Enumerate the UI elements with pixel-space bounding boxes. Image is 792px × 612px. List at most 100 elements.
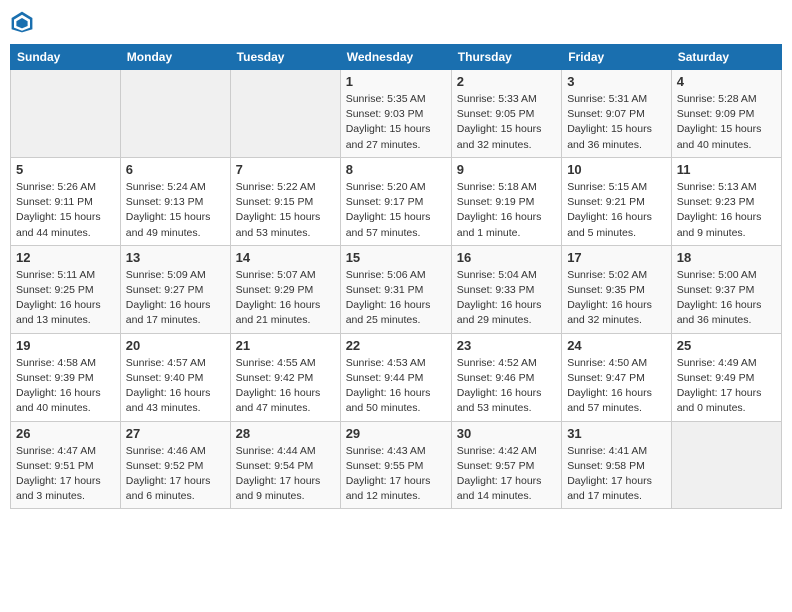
day-info: Sunrise: 5:31 AMSunset: 9:07 PMDaylight:…: [567, 92, 666, 153]
week-row-4: 19 Sunrise: 4:58 AMSunset: 9:39 PMDayligh…: [11, 333, 782, 421]
day-info: Sunrise: 5:11 AMSunset: 9:25 PMDaylight:…: [16, 268, 115, 329]
calendar-cell: 6 Sunrise: 5:24 AMSunset: 9:13 PMDaylight…: [120, 157, 230, 245]
day-info: Sunrise: 4:47 AMSunset: 9:51 PMDaylight:…: [16, 444, 115, 505]
week-row-5: 26 Sunrise: 4:47 AMSunset: 9:51 PMDayligh…: [11, 421, 782, 509]
calendar-cell: 14 Sunrise: 5:07 AMSunset: 9:29 PMDayligh…: [230, 245, 340, 333]
generalblue-icon: [10, 10, 34, 34]
day-info: Sunrise: 5:06 AMSunset: 9:31 PMDaylight:…: [346, 268, 446, 329]
day-info: Sunrise: 4:58 AMSunset: 9:39 PMDaylight:…: [16, 356, 115, 417]
calendar-cell: 26 Sunrise: 4:47 AMSunset: 9:51 PMDayligh…: [11, 421, 121, 509]
day-info: Sunrise: 5:04 AMSunset: 9:33 PMDaylight:…: [457, 268, 556, 329]
day-info: Sunrise: 5:35 AMSunset: 9:03 PMDaylight:…: [346, 92, 446, 153]
calendar-cell: [230, 70, 340, 158]
day-number: 19: [16, 338, 115, 353]
day-info: Sunrise: 5:28 AMSunset: 9:09 PMDaylight:…: [677, 92, 776, 153]
day-number: 30: [457, 426, 556, 441]
week-row-2: 5Sunrise: 5:26 AMSunset: 9:11 PMDaylight…: [11, 157, 782, 245]
calendar-cell: 27 Sunrise: 4:46 AMSunset: 9:52 PMDayligh…: [120, 421, 230, 509]
day-number: 11: [677, 162, 776, 177]
day-number: 9: [457, 162, 556, 177]
calendar-cell: 8 Sunrise: 5:20 AMSunset: 9:17 PMDaylight…: [340, 157, 451, 245]
day-info: Sunrise: 4:50 AMSunset: 9:47 PMDaylight:…: [567, 356, 666, 417]
calendar-cell: 30 Sunrise: 4:42 AMSunset: 9:57 PMDayligh…: [451, 421, 561, 509]
day-number: 1: [346, 74, 446, 89]
day-info: Sunrise: 4:44 AMSunset: 9:54 PMDaylight:…: [236, 444, 335, 505]
day-info: Sunrise: 4:41 AMSunset: 9:58 PMDaylight:…: [567, 444, 666, 505]
day-number: 23: [457, 338, 556, 353]
logo: [10, 10, 38, 34]
day-info: Sunrise: 5:20 AMSunset: 9:17 PMDaylight:…: [346, 180, 446, 241]
day-info: Sunrise: 4:42 AMSunset: 9:57 PMDaylight:…: [457, 444, 556, 505]
day-number: 24: [567, 338, 666, 353]
calendar-cell: 10 Sunrise: 5:15 AMSunset: 9:21 PMDayligh…: [562, 157, 672, 245]
day-number: 5: [16, 162, 115, 177]
calendar-cell: 3 Sunrise: 5:31 AMSunset: 9:07 PMDaylight…: [562, 70, 672, 158]
calendar-cell: 13 Sunrise: 5:09 AMSunset: 9:27 PMDayligh…: [120, 245, 230, 333]
page-header: [10, 10, 782, 34]
weekday-header-monday: Monday: [120, 45, 230, 70]
day-info: Sunrise: 5:02 AMSunset: 9:35 PMDaylight:…: [567, 268, 666, 329]
day-info: Sunrise: 4:49 AMSunset: 9:49 PMDaylight:…: [677, 356, 776, 417]
day-number: 3: [567, 74, 666, 89]
weekday-header-sunday: Sunday: [11, 45, 121, 70]
day-info: Sunrise: 5:09 AMSunset: 9:27 PMDaylight:…: [126, 268, 225, 329]
calendar-cell: 9 Sunrise: 5:18 AMSunset: 9:19 PMDaylight…: [451, 157, 561, 245]
day-number: 15: [346, 250, 446, 265]
calendar-cell: 4 Sunrise: 5:28 AMSunset: 9:09 PMDaylight…: [671, 70, 781, 158]
day-info: Sunrise: 4:46 AMSunset: 9:52 PMDaylight:…: [126, 444, 225, 505]
day-info: Sunrise: 5:07 AMSunset: 9:29 PMDaylight:…: [236, 268, 335, 329]
day-info: Sunrise: 5:33 AMSunset: 9:05 PMDaylight:…: [457, 92, 556, 153]
calendar-cell: 15 Sunrise: 5:06 AMSunset: 9:31 PMDayligh…: [340, 245, 451, 333]
day-number: 4: [677, 74, 776, 89]
day-info: Sunrise: 4:53 AMSunset: 9:44 PMDaylight:…: [346, 356, 446, 417]
weekday-header-saturday: Saturday: [671, 45, 781, 70]
day-number: 31: [567, 426, 666, 441]
day-info: Sunrise: 4:57 AMSunset: 9:40 PMDaylight:…: [126, 356, 225, 417]
day-number: 25: [677, 338, 776, 353]
day-info: Sunrise: 4:43 AMSunset: 9:55 PMDaylight:…: [346, 444, 446, 505]
day-info: Sunrise: 4:52 AMSunset: 9:46 PMDaylight:…: [457, 356, 556, 417]
calendar-cell: 29 Sunrise: 4:43 AMSunset: 9:55 PMDayligh…: [340, 421, 451, 509]
day-number: 27: [126, 426, 225, 441]
day-number: 18: [677, 250, 776, 265]
day-info: Sunrise: 5:18 AMSunset: 9:19 PMDaylight:…: [457, 180, 556, 241]
calendar-cell: 31 Sunrise: 4:41 AMSunset: 9:58 PMDayligh…: [562, 421, 672, 509]
day-info: Sunrise: 5:24 AMSunset: 9:13 PMDaylight:…: [126, 180, 225, 241]
calendar-cell: 21 Sunrise: 4:55 AMSunset: 9:42 PMDayligh…: [230, 333, 340, 421]
day-number: 13: [126, 250, 225, 265]
calendar-cell: 2Sunrise: 5:33 AMSunset: 9:05 PMDaylight…: [451, 70, 561, 158]
weekday-header-wednesday: Wednesday: [340, 45, 451, 70]
calendar-cell: 28Sunrise: 4:44 AMSunset: 9:54 PMDayligh…: [230, 421, 340, 509]
day-number: 14: [236, 250, 335, 265]
calendar-cell: 23 Sunrise: 4:52 AMSunset: 9:46 PMDayligh…: [451, 333, 561, 421]
day-number: 12: [16, 250, 115, 265]
day-info: Sunrise: 5:22 AMSunset: 9:15 PMDaylight:…: [236, 180, 335, 241]
day-number: 26: [16, 426, 115, 441]
day-number: 21: [236, 338, 335, 353]
day-info: Sunrise: 5:15 AMSunset: 9:21 PMDaylight:…: [567, 180, 666, 241]
day-info: Sunrise: 5:13 AMSunset: 9:23 PMDaylight:…: [677, 180, 776, 241]
calendar-cell: 25 Sunrise: 4:49 AMSunset: 9:49 PMDayligh…: [671, 333, 781, 421]
calendar-cell: 18 Sunrise: 5:00 AMSunset: 9:37 PMDayligh…: [671, 245, 781, 333]
week-row-3: 12 Sunrise: 5:11 AMSunset: 9:25 PMDayligh…: [11, 245, 782, 333]
day-info: Sunrise: 5:00 AMSunset: 9:37 PMDaylight:…: [677, 268, 776, 329]
day-number: 6: [126, 162, 225, 177]
day-number: 20: [126, 338, 225, 353]
day-info: Sunrise: 4:55 AMSunset: 9:42 PMDaylight:…: [236, 356, 335, 417]
day-number: 10: [567, 162, 666, 177]
calendar-cell: [671, 421, 781, 509]
day-number: 8: [346, 162, 446, 177]
calendar-cell: 20 Sunrise: 4:57 AMSunset: 9:40 PMDayligh…: [120, 333, 230, 421]
weekday-header-friday: Friday: [562, 45, 672, 70]
day-number: 29: [346, 426, 446, 441]
calendar-cell: [11, 70, 121, 158]
calendar-cell: 16 Sunrise: 5:04 AMSunset: 9:33 PMDayligh…: [451, 245, 561, 333]
day-number: 7: [236, 162, 335, 177]
day-number: 16: [457, 250, 556, 265]
calendar-cell: 1 Sunrise: 5:35 AMSunset: 9:03 PMDaylight…: [340, 70, 451, 158]
week-row-1: 1 Sunrise: 5:35 AMSunset: 9:03 PMDaylight…: [11, 70, 782, 158]
calendar-cell: [120, 70, 230, 158]
calendar-cell: 19 Sunrise: 4:58 AMSunset: 9:39 PMDayligh…: [11, 333, 121, 421]
calendar-table: SundayMondayTuesdayWednesdayThursdayFrid…: [10, 44, 782, 509]
day-number: 22: [346, 338, 446, 353]
